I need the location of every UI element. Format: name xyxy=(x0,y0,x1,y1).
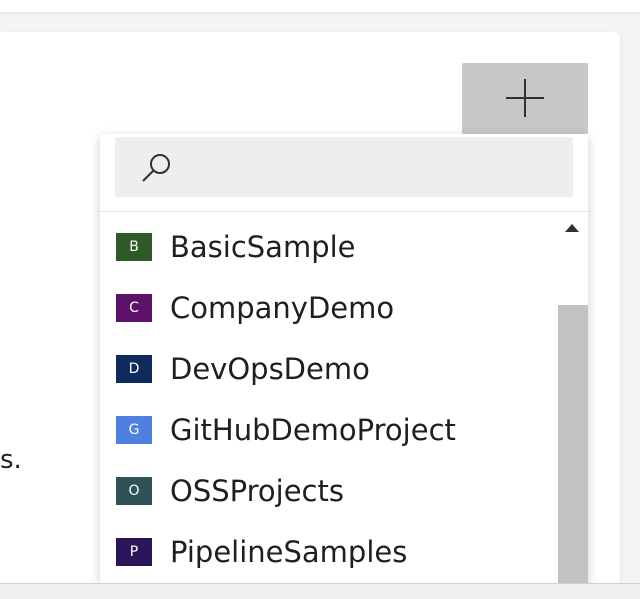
project-badge: D xyxy=(116,355,152,383)
project-item-basicsample[interactable]: B BasicSample xyxy=(100,218,556,276)
project-name: DevOpsDemo xyxy=(170,352,370,386)
project-name: PipelineSamples xyxy=(170,535,408,569)
list-scrollbar[interactable] xyxy=(556,212,588,583)
project-item-devopsdemo[interactable]: D DevOpsDemo xyxy=(100,340,556,398)
project-badge: C xyxy=(116,294,152,322)
project-badge: P xyxy=(116,538,152,566)
scroll-up-arrow-icon[interactable] xyxy=(565,224,579,232)
project-item-pipelinesamples[interactable]: P PipelineSamples xyxy=(100,523,556,581)
project-item-companydemo[interactable]: C CompanyDemo xyxy=(100,279,556,337)
project-badge: B xyxy=(116,233,152,261)
project-badge: G xyxy=(116,416,152,444)
project-name: CompanyDemo xyxy=(170,291,395,325)
search-input[interactable] xyxy=(115,137,573,197)
project-name: GitHubDemoProject xyxy=(170,413,456,447)
top-bar xyxy=(0,0,640,12)
scrollbar-thumb[interactable] xyxy=(558,305,588,583)
search-icon xyxy=(142,154,170,182)
project-item-ossprojects[interactable]: O OSSProjects xyxy=(100,462,556,520)
project-badge: O xyxy=(116,477,152,505)
project-item-githubdemoproject[interactable]: G GitHubDemoProject xyxy=(100,401,556,459)
bottom-bar xyxy=(0,583,640,599)
card-text-fragment: s. xyxy=(0,445,22,475)
project-name: BasicSample xyxy=(170,230,356,264)
project-name: OSSProjects xyxy=(170,474,344,508)
divider xyxy=(100,211,588,212)
project-picker-dropdown: B BasicSample C CompanyDemo D DevOpsDemo… xyxy=(100,134,588,583)
add-project-button[interactable] xyxy=(462,63,588,134)
